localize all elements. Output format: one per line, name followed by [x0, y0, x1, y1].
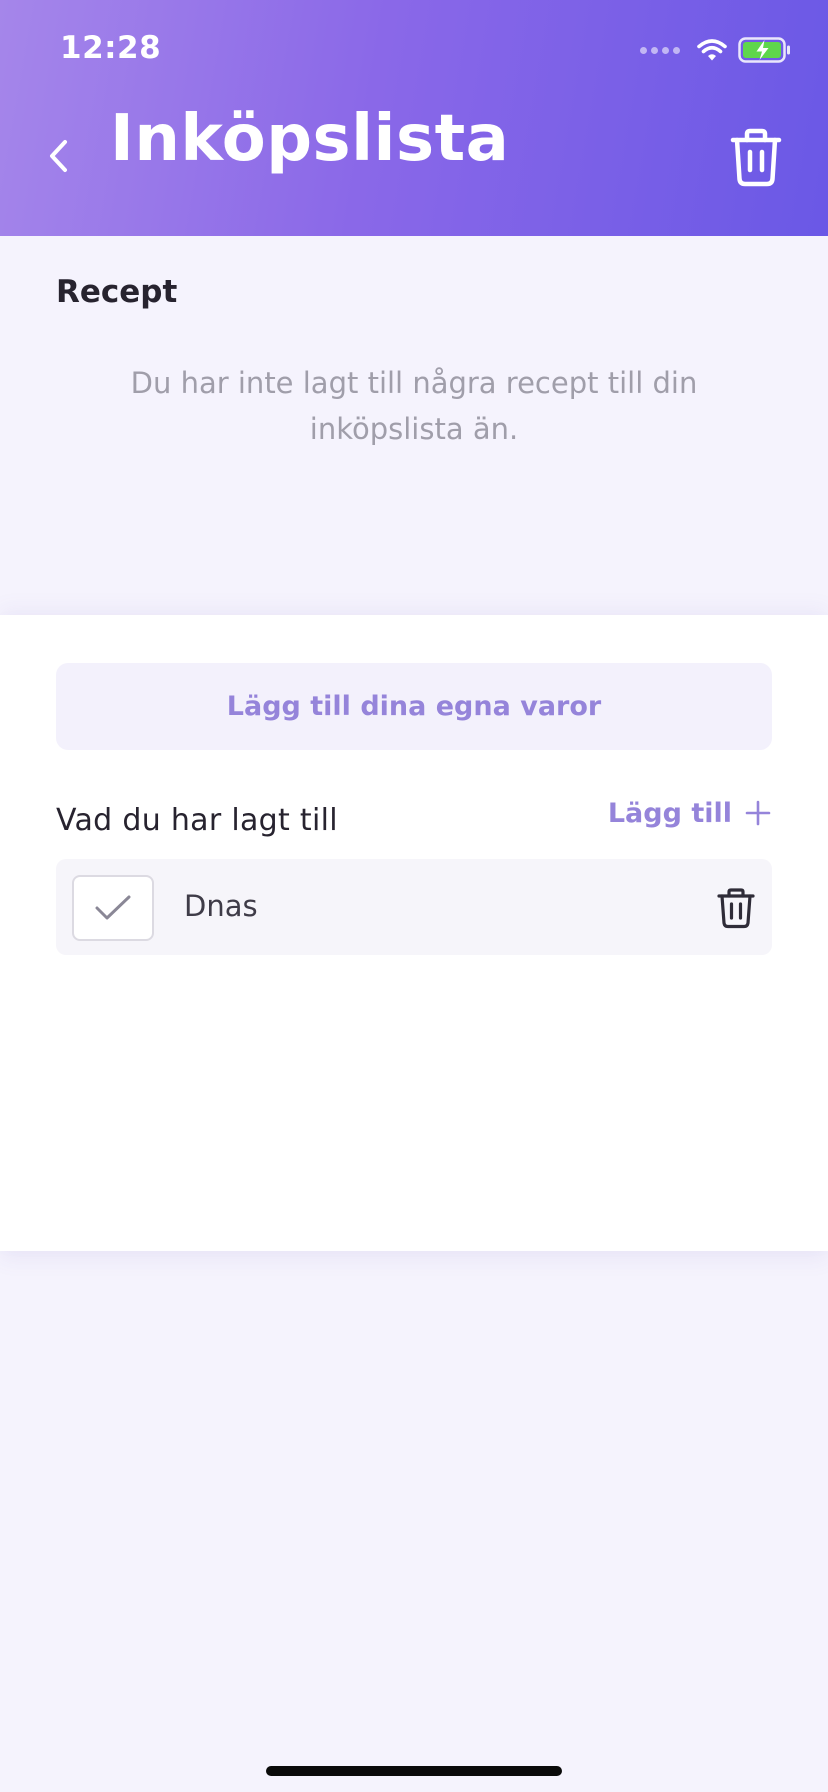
- delete-item-button[interactable]: [716, 887, 756, 929]
- added-items-heading: Vad du har lagt till: [56, 803, 338, 838]
- chevron-left-icon: [50, 140, 67, 172]
- item-label: Dnas: [184, 889, 258, 923]
- add-own-items-button[interactable]: Lägg till dina egna varor: [56, 663, 772, 750]
- own-items-card: Lägg till dina egna varor Vad du har lag…: [0, 615, 828, 1251]
- page-title: Inköpslista: [110, 102, 510, 176]
- battery-charging-icon: [738, 37, 790, 63]
- add-item-link-label: Lägg till: [607, 797, 732, 829]
- add-item-link[interactable]: Lägg till: [608, 793, 772, 833]
- list-item: Dnas: [56, 859, 772, 955]
- recipes-empty-message: Du har inte lagt till några recept till …: [130, 366, 698, 446]
- recipes-section: Recept Du har inte lagt till några recep…: [0, 236, 828, 616]
- checkmark-icon: [95, 895, 131, 920]
- status-time: 12:28: [60, 30, 162, 66]
- app-header: 12:28 Inköpslista: [0, 0, 828, 236]
- delete-list-button[interactable]: [729, 128, 783, 188]
- item-checkbox[interactable]: [72, 875, 154, 941]
- recipes-title: Recept: [56, 274, 178, 310]
- back-button[interactable]: [38, 128, 78, 184]
- trash-icon: [730, 128, 782, 187]
- plus-icon: [745, 800, 771, 826]
- trash-icon: [717, 888, 755, 929]
- home-indicator[interactable]: [266, 1766, 562, 1776]
- wifi-icon: [697, 39, 727, 61]
- status-icons: [640, 32, 792, 68]
- cellular-signal-icon: [640, 46, 680, 54]
